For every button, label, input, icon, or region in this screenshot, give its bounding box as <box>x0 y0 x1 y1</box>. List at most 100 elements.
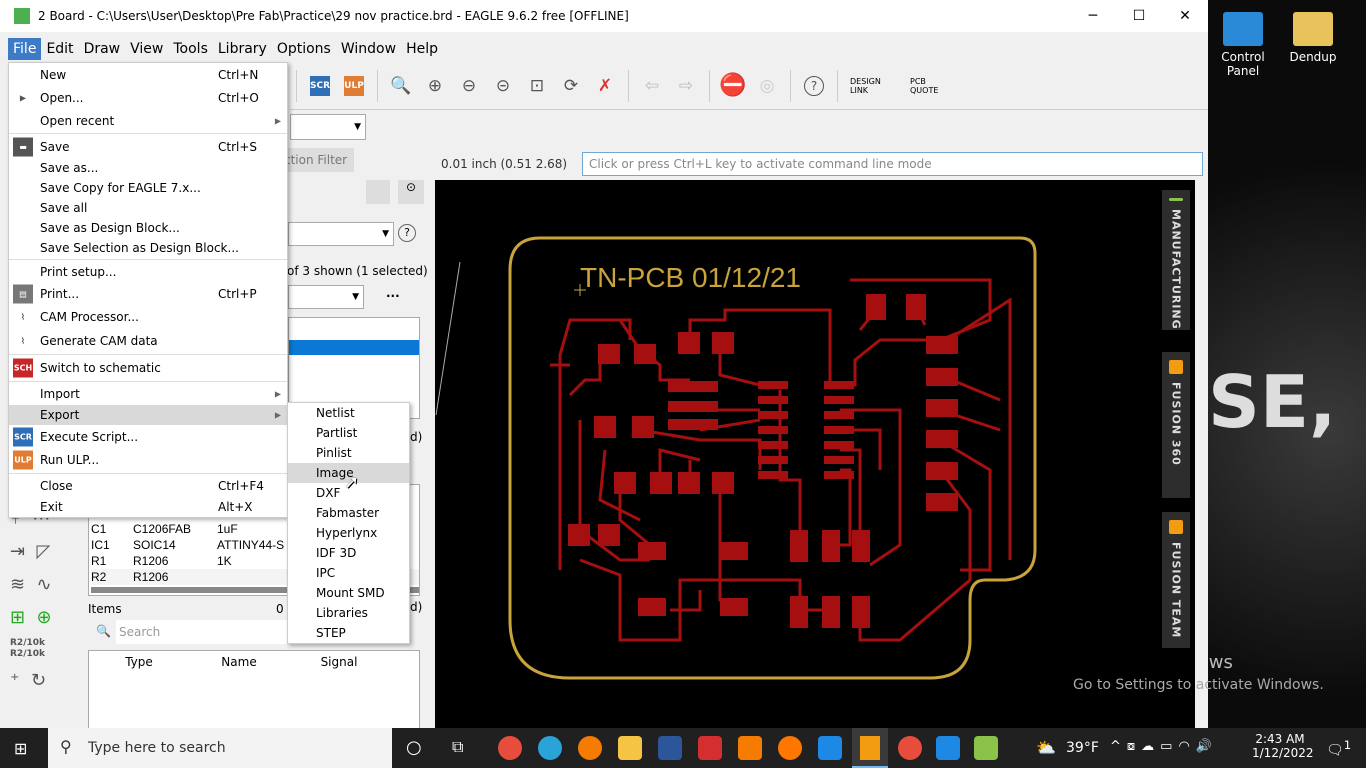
soundcloud-icon[interactable] <box>778 736 802 760</box>
gate-tools[interactable]: ⁺ ↻ <box>10 664 80 697</box>
menu-tools[interactable]: Tools <box>168 38 213 60</box>
maximize-button[interactable]: ☐ <box>1116 0 1162 32</box>
kicad-icon[interactable] <box>974 736 998 760</box>
tab-selection-filter[interactable]: ction Filter <box>284 148 354 172</box>
file-menu-item[interactable]: ▶ Open... Ctrl+O <box>9 86 287 109</box>
zoom-out-icon[interactable]: ⊖ <box>456 73 482 99</box>
redo-icon[interactable]: ⇨ <box>673 73 699 99</box>
export-menu-item[interactable]: STEP <box>288 623 409 643</box>
task-view-icon[interactable]: ⧉ <box>452 737 463 757</box>
file-menu-item[interactable]: New Ctrl+N <box>9 63 287 86</box>
close-button[interactable]: ✕ <box>1162 0 1208 32</box>
view-dropdown[interactable]: ▼ <box>288 285 364 309</box>
side-tab-manufacturing[interactable]: MANUFACTURING <box>1162 190 1190 330</box>
minimize-button[interactable]: ─ <box>1070 0 1116 32</box>
side-tab-fusion-team[interactable]: FUSION TEAM <box>1162 512 1190 648</box>
file-menu-item[interactable]: Print setup... <box>9 261 287 283</box>
file-menu-item[interactable]: Save Copy for EAGLE 7.x... <box>9 178 287 198</box>
file-menu-item[interactable]: Exit Alt+X <box>9 497 287 517</box>
notifications-icon[interactable]: 🗨1 <box>1326 738 1351 759</box>
side-tab-fusion-360[interactable]: FUSION 360 <box>1162 352 1190 498</box>
file-explorer-icon[interactable] <box>618 736 642 760</box>
start-button[interactable]: ⊞ <box>14 739 27 758</box>
zoom-select-icon[interactable]: ⊡ <box>524 73 550 99</box>
clock[interactable]: 2:43 AM 1/12/2022 <box>1252 732 1314 760</box>
zoom-selection-icon[interactable]: ⊙ <box>398 180 424 204</box>
file-menu-item[interactable]: ⌇ Generate CAM data <box>9 329 287 353</box>
file-menu-item[interactable]: ▤ Print... Ctrl+P <box>9 283 287 305</box>
ratsnest-icon[interactable]: ✗ <box>592 73 618 99</box>
menu-options[interactable]: Options <box>272 38 336 60</box>
vscode-icon[interactable] <box>936 736 960 760</box>
menu-file[interactable]: File <box>8 38 42 60</box>
menu-draw[interactable]: Draw <box>79 38 126 60</box>
filter-dropdown[interactable]: ▼ <box>288 222 394 246</box>
meander-tools[interactable]: ≋ ∿ <box>10 568 80 601</box>
filter-help-icon[interactable]: ? <box>398 224 416 242</box>
command-line-input[interactable]: Click or press Ctrl+L key to activate co… <box>582 152 1203 176</box>
cortana-icon[interactable]: ○ <box>406 737 422 758</box>
file-menu-item[interactable]: ULP Run ULP... <box>9 448 287 472</box>
pcb-canvas[interactable]: TN-PCB 01/12/21 <box>435 180 1195 728</box>
file-menu-item[interactable]: Save as... <box>9 158 287 178</box>
weather-temp[interactable]: 39°F <box>1066 740 1099 756</box>
select-tool-icon[interactable] <box>366 180 390 204</box>
menu-help[interactable]: Help <box>401 38 443 60</box>
export-menu-item[interactable]: Libraries <box>288 603 409 623</box>
eagle-taskbar-button[interactable] <box>852 728 888 768</box>
zoom-in-icon[interactable]: ⊕ <box>422 73 448 99</box>
design-link-button[interactable]: DESIGN LINK <box>850 77 900 95</box>
column-type[interactable]: Type <box>89 655 189 729</box>
file-menu-item[interactable]: Import ▶ <box>9 383 287 405</box>
firefox-icon[interactable] <box>578 736 602 760</box>
file-menu-item[interactable]: Save all <box>9 198 287 218</box>
file-menu-item[interactable]: ⌇ CAM Processor... <box>9 305 287 329</box>
zoom-fit-icon[interactable]: 🔍 <box>388 73 414 99</box>
file-menu-item[interactable]: Save Selection as Design Block... <box>9 238 287 258</box>
word-icon[interactable] <box>658 736 682 760</box>
redraw-icon[interactable]: ⟳ <box>558 73 584 99</box>
more-options-icon[interactable]: ... <box>386 286 400 300</box>
vertical-scrollbar[interactable] <box>1196 180 1206 728</box>
file-menu-item[interactable]: Save as Design Block... <box>9 218 287 238</box>
chrome-profile-icon[interactable] <box>898 736 922 760</box>
go-icon[interactable]: ◎ <box>754 73 780 99</box>
export-menu-item[interactable]: Partlist <box>288 423 409 443</box>
stop-icon[interactable]: ⛔ <box>719 73 746 99</box>
export-menu-item[interactable]: Pinlist <box>288 443 409 463</box>
file-menu-item[interactable]: SCR Execute Script... <box>9 425 287 448</box>
vlc-icon[interactable] <box>738 736 762 760</box>
export-menu-item[interactable]: Netlist <box>288 403 409 423</box>
ulp-button[interactable]: ULP <box>341 73 367 99</box>
undo-icon[interactable]: ⇦ <box>639 73 665 99</box>
export-menu-item[interactable]: IDF 3D <box>288 543 409 563</box>
desktop-icon-dendup[interactable]: Dendup <box>1278 0 1348 64</box>
file-menu-item[interactable]: ▬ Save Ctrl+S <box>9 135 287 158</box>
export-menu-item[interactable]: Fabmaster <box>288 503 409 523</box>
menu-window[interactable]: Window <box>336 38 401 60</box>
chrome-icon[interactable] <box>498 736 522 760</box>
menu-edit[interactable]: Edit <box>41 38 78 60</box>
menu-library[interactable]: Library <box>213 38 272 60</box>
items-search-input[interactable]: Search <box>116 620 296 644</box>
taskbar-search-input[interactable]: Type here to search <box>48 728 392 768</box>
file-menu-item[interactable]: Close Ctrl+F4 <box>9 475 287 497</box>
export-menu-item[interactable]: Mount SMD <box>288 583 409 603</box>
help-icon[interactable]: ? <box>801 73 827 99</box>
column-signal[interactable]: Signal <box>289 655 389 729</box>
file-menu-item[interactable]: SCH Switch to schematic <box>9 356 287 380</box>
zoom-last-icon[interactable]: ⊝ <box>490 73 516 99</box>
export-menu-item[interactable]: IPC <box>288 563 409 583</box>
file-menu-item[interactable]: Open recent ▶ <box>9 109 287 132</box>
export-menu-item[interactable]: Hyperlynx <box>288 523 409 543</box>
edge-icon[interactable] <box>538 736 562 760</box>
scr-button[interactable]: SCR <box>307 73 333 99</box>
mail-icon[interactable] <box>818 736 842 760</box>
menu-view[interactable]: View <box>125 38 168 60</box>
acrobat-icon[interactable] <box>698 736 722 760</box>
pcb-quote-button[interactable]: PCB QUOTE <box>910 77 950 95</box>
system-tray-icons[interactable]: ^⧇☁▭◠🔊 <box>1110 739 1218 754</box>
file-menu-item[interactable]: Export ▶ <box>9 405 287 425</box>
add-part-tools[interactable]: ⊞ ⊕ <box>10 601 80 634</box>
split-tools[interactable]: ⇥ ◸ <box>10 535 80 568</box>
